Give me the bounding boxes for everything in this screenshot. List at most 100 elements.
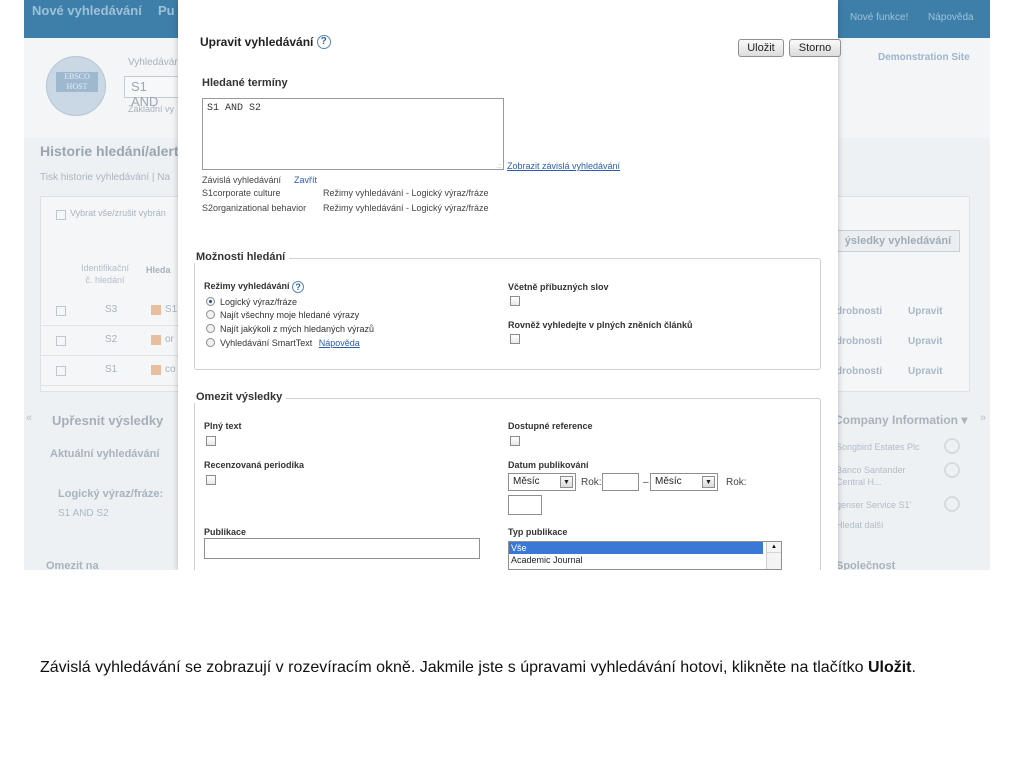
help-icon[interactable]: ? bbox=[292, 281, 305, 293]
rss-icon[interactable] bbox=[151, 335, 161, 345]
mode-option-label: Najít všechny moje hledané výrazy bbox=[220, 310, 360, 320]
top-link-partial[interactable]: Pu bbox=[158, 3, 175, 18]
caption: Závislá vyhledávání se zobrazují v rozev… bbox=[40, 657, 982, 678]
help-top-link[interactable]: Nápověda bbox=[928, 12, 974, 23]
col-id-header: Identifikační č. hledání bbox=[80, 263, 130, 285]
from-month-select[interactable]: Měsíc ▼ bbox=[508, 473, 576, 491]
dependent-row-mode: Režimy vyhledávání - Logický výraz/fráze bbox=[323, 188, 489, 198]
close-link[interactable]: Zavřít bbox=[294, 175, 317, 185]
fulltext-search-checkbox[interactable] bbox=[510, 334, 520, 344]
dependent-row-name: S1corporate culture bbox=[202, 188, 281, 198]
company-item[interactable]: Banco Santander Central H... bbox=[836, 464, 936, 488]
pub-type-option[interactable]: Academic Journal bbox=[509, 554, 781, 566]
pub-type-listbox[interactable]: Vše Academic Journal ▲ bbox=[508, 541, 782, 570]
mode-option-label: Najít jakýkoli z mých hledaných výrazů bbox=[220, 324, 375, 334]
row-id: S3 bbox=[105, 304, 118, 315]
peer-reviewed-checkbox[interactable] bbox=[206, 475, 216, 485]
edit-search-dialog: Upravit vyhledávání ? Uložit Storno Hled… bbox=[178, 0, 841, 570]
peer-reviewed-label: Recenzovaná periodika bbox=[204, 460, 305, 470]
row-checkbox[interactable] bbox=[56, 336, 66, 346]
company-info-label: Company Information bbox=[834, 413, 959, 427]
history-row: S1 co bbox=[40, 356, 190, 386]
related-words-checkbox[interactable] bbox=[510, 296, 520, 306]
fulltext-search-label: Rovněž vyhledejte v plných zněních článk… bbox=[508, 320, 693, 330]
row-id: S1 bbox=[105, 364, 118, 375]
pub-type-option[interactable]: Vše bbox=[509, 542, 763, 554]
new-search-link[interactable]: Nové vyhledávání bbox=[32, 3, 142, 18]
search-icon[interactable] bbox=[944, 496, 960, 512]
select-all-label: Vybrat vše/zrušit vybrán bbox=[70, 208, 166, 218]
from-year-input[interactable] bbox=[602, 473, 639, 491]
to-month-select[interactable]: Měsíc ▼ bbox=[650, 473, 718, 491]
row-checkbox[interactable] bbox=[56, 306, 66, 316]
select-all-checkbox[interactable] bbox=[56, 210, 66, 220]
rss-icon[interactable] bbox=[151, 365, 161, 375]
related-words-label: Včetně příbuzných slov bbox=[508, 282, 609, 292]
edit-link[interactable]: Upravit bbox=[908, 366, 942, 377]
company-bottom-label: Společnost bbox=[836, 560, 896, 570]
caption-end: . bbox=[911, 659, 916, 676]
radio-button[interactable] bbox=[206, 310, 215, 319]
to-month-value: Měsíc bbox=[655, 476, 682, 487]
chevron-down-icon[interactable]: ▼ bbox=[702, 476, 715, 488]
scroll-up-icon[interactable]: ▲ bbox=[767, 542, 781, 553]
company-item[interactable]: Songbird Estates Plc bbox=[836, 442, 920, 452]
dependent-row-name: S2organizational behavior bbox=[202, 203, 307, 213]
history-right-panel bbox=[834, 196, 970, 392]
company-info-title[interactable]: Company Information ▾ bbox=[834, 413, 967, 427]
new-features-link[interactable]: Nové funkce! bbox=[850, 12, 908, 23]
dependent-row-mode: Režimy vyhledávání - Logický výraz/fráze bbox=[323, 203, 489, 213]
mode-option-label: Logický výraz/fráze bbox=[220, 297, 298, 307]
full-text-checkbox[interactable] bbox=[206, 436, 216, 446]
limit-to-label: Omezit na bbox=[46, 560, 99, 570]
row-checkbox[interactable] bbox=[56, 366, 66, 376]
publication-input[interactable] bbox=[204, 538, 480, 559]
to-year-input[interactable] bbox=[508, 495, 542, 515]
terms-heading: Hledané termíny bbox=[202, 77, 288, 89]
bool-label: Logický výraz/fráze: bbox=[58, 488, 164, 500]
full-text-label: Plný text bbox=[204, 421, 242, 431]
show-dependent-link[interactable]: Zobrazit závislá vyhledávání bbox=[507, 161, 620, 171]
caption-text: Závislá vyhledávání se zobrazují v rozev… bbox=[40, 659, 868, 676]
to-year-label: Rok: bbox=[726, 477, 747, 488]
resize-handle-icon[interactable]: .:: bbox=[496, 163, 502, 170]
search-icon[interactable] bbox=[944, 438, 960, 454]
mode-option[interactable]: Vyhledávání SmartText Nápověda bbox=[206, 338, 360, 348]
radio-button[interactable] bbox=[206, 297, 215, 306]
available-refs-checkbox[interactable] bbox=[510, 436, 520, 446]
search-label: Vyhledávár bbox=[128, 57, 178, 68]
mode-option-label: Vyhledávání SmartText bbox=[220, 338, 313, 348]
collapse-right-icon[interactable]: » bbox=[980, 412, 986, 424]
from-year-label: Rok: bbox=[581, 477, 602, 488]
basic-search-link[interactable]: Základní vy bbox=[128, 104, 174, 114]
details-link[interactable]: drobnosti bbox=[836, 306, 882, 317]
save-button[interactable]: Uložit bbox=[738, 39, 784, 57]
help-icon[interactable]: ? bbox=[316, 35, 331, 49]
edit-link[interactable]: Upravit bbox=[908, 336, 942, 347]
main-search-input[interactable]: S1 AND bbox=[124, 76, 184, 109]
collapse-left-icon[interactable]: « bbox=[26, 412, 32, 424]
mode-option[interactable]: Najít všechny moje hledané výrazy bbox=[206, 310, 359, 320]
search-icon[interactable] bbox=[944, 462, 960, 478]
details-link[interactable]: drobnosti bbox=[836, 336, 882, 347]
history-tabs[interactable]: Tisk historie vyhledávání | Na bbox=[40, 172, 170, 183]
rss-icon[interactable] bbox=[151, 305, 161, 315]
chevron-down-icon[interactable]: ▼ bbox=[560, 476, 573, 488]
company-item[interactable]: genser Service S1' bbox=[836, 500, 911, 510]
search-terms-textarea[interactable]: S1 AND S2 bbox=[202, 98, 504, 170]
mode-option[interactable]: Logický výraz/fráze bbox=[206, 297, 297, 307]
dialog-title-text: Upravit vyhledávání bbox=[200, 35, 314, 49]
edit-link[interactable]: Upravit bbox=[908, 306, 942, 317]
mode-option[interactable]: Najít jakýkoli z mých hledaných výrazů bbox=[206, 324, 374, 334]
search-results-button[interactable]: ýsledky vyhledávání bbox=[836, 230, 960, 252]
caption-bold: Uložit bbox=[867, 659, 912, 676]
help-link[interactable]: Nápověda bbox=[319, 338, 360, 348]
scrollbar[interactable]: ▲ bbox=[766, 542, 781, 569]
details-link[interactable]: drobnosti bbox=[836, 366, 882, 377]
site-name: Demonstration Site bbox=[878, 52, 970, 63]
radio-button[interactable] bbox=[206, 338, 215, 347]
radio-button[interactable] bbox=[206, 324, 215, 333]
dialog-title: Upravit vyhledávání ? bbox=[200, 35, 331, 49]
cancel-button[interactable]: Storno bbox=[789, 39, 841, 57]
search-more-link[interactable]: Hledat další bbox=[836, 520, 884, 530]
